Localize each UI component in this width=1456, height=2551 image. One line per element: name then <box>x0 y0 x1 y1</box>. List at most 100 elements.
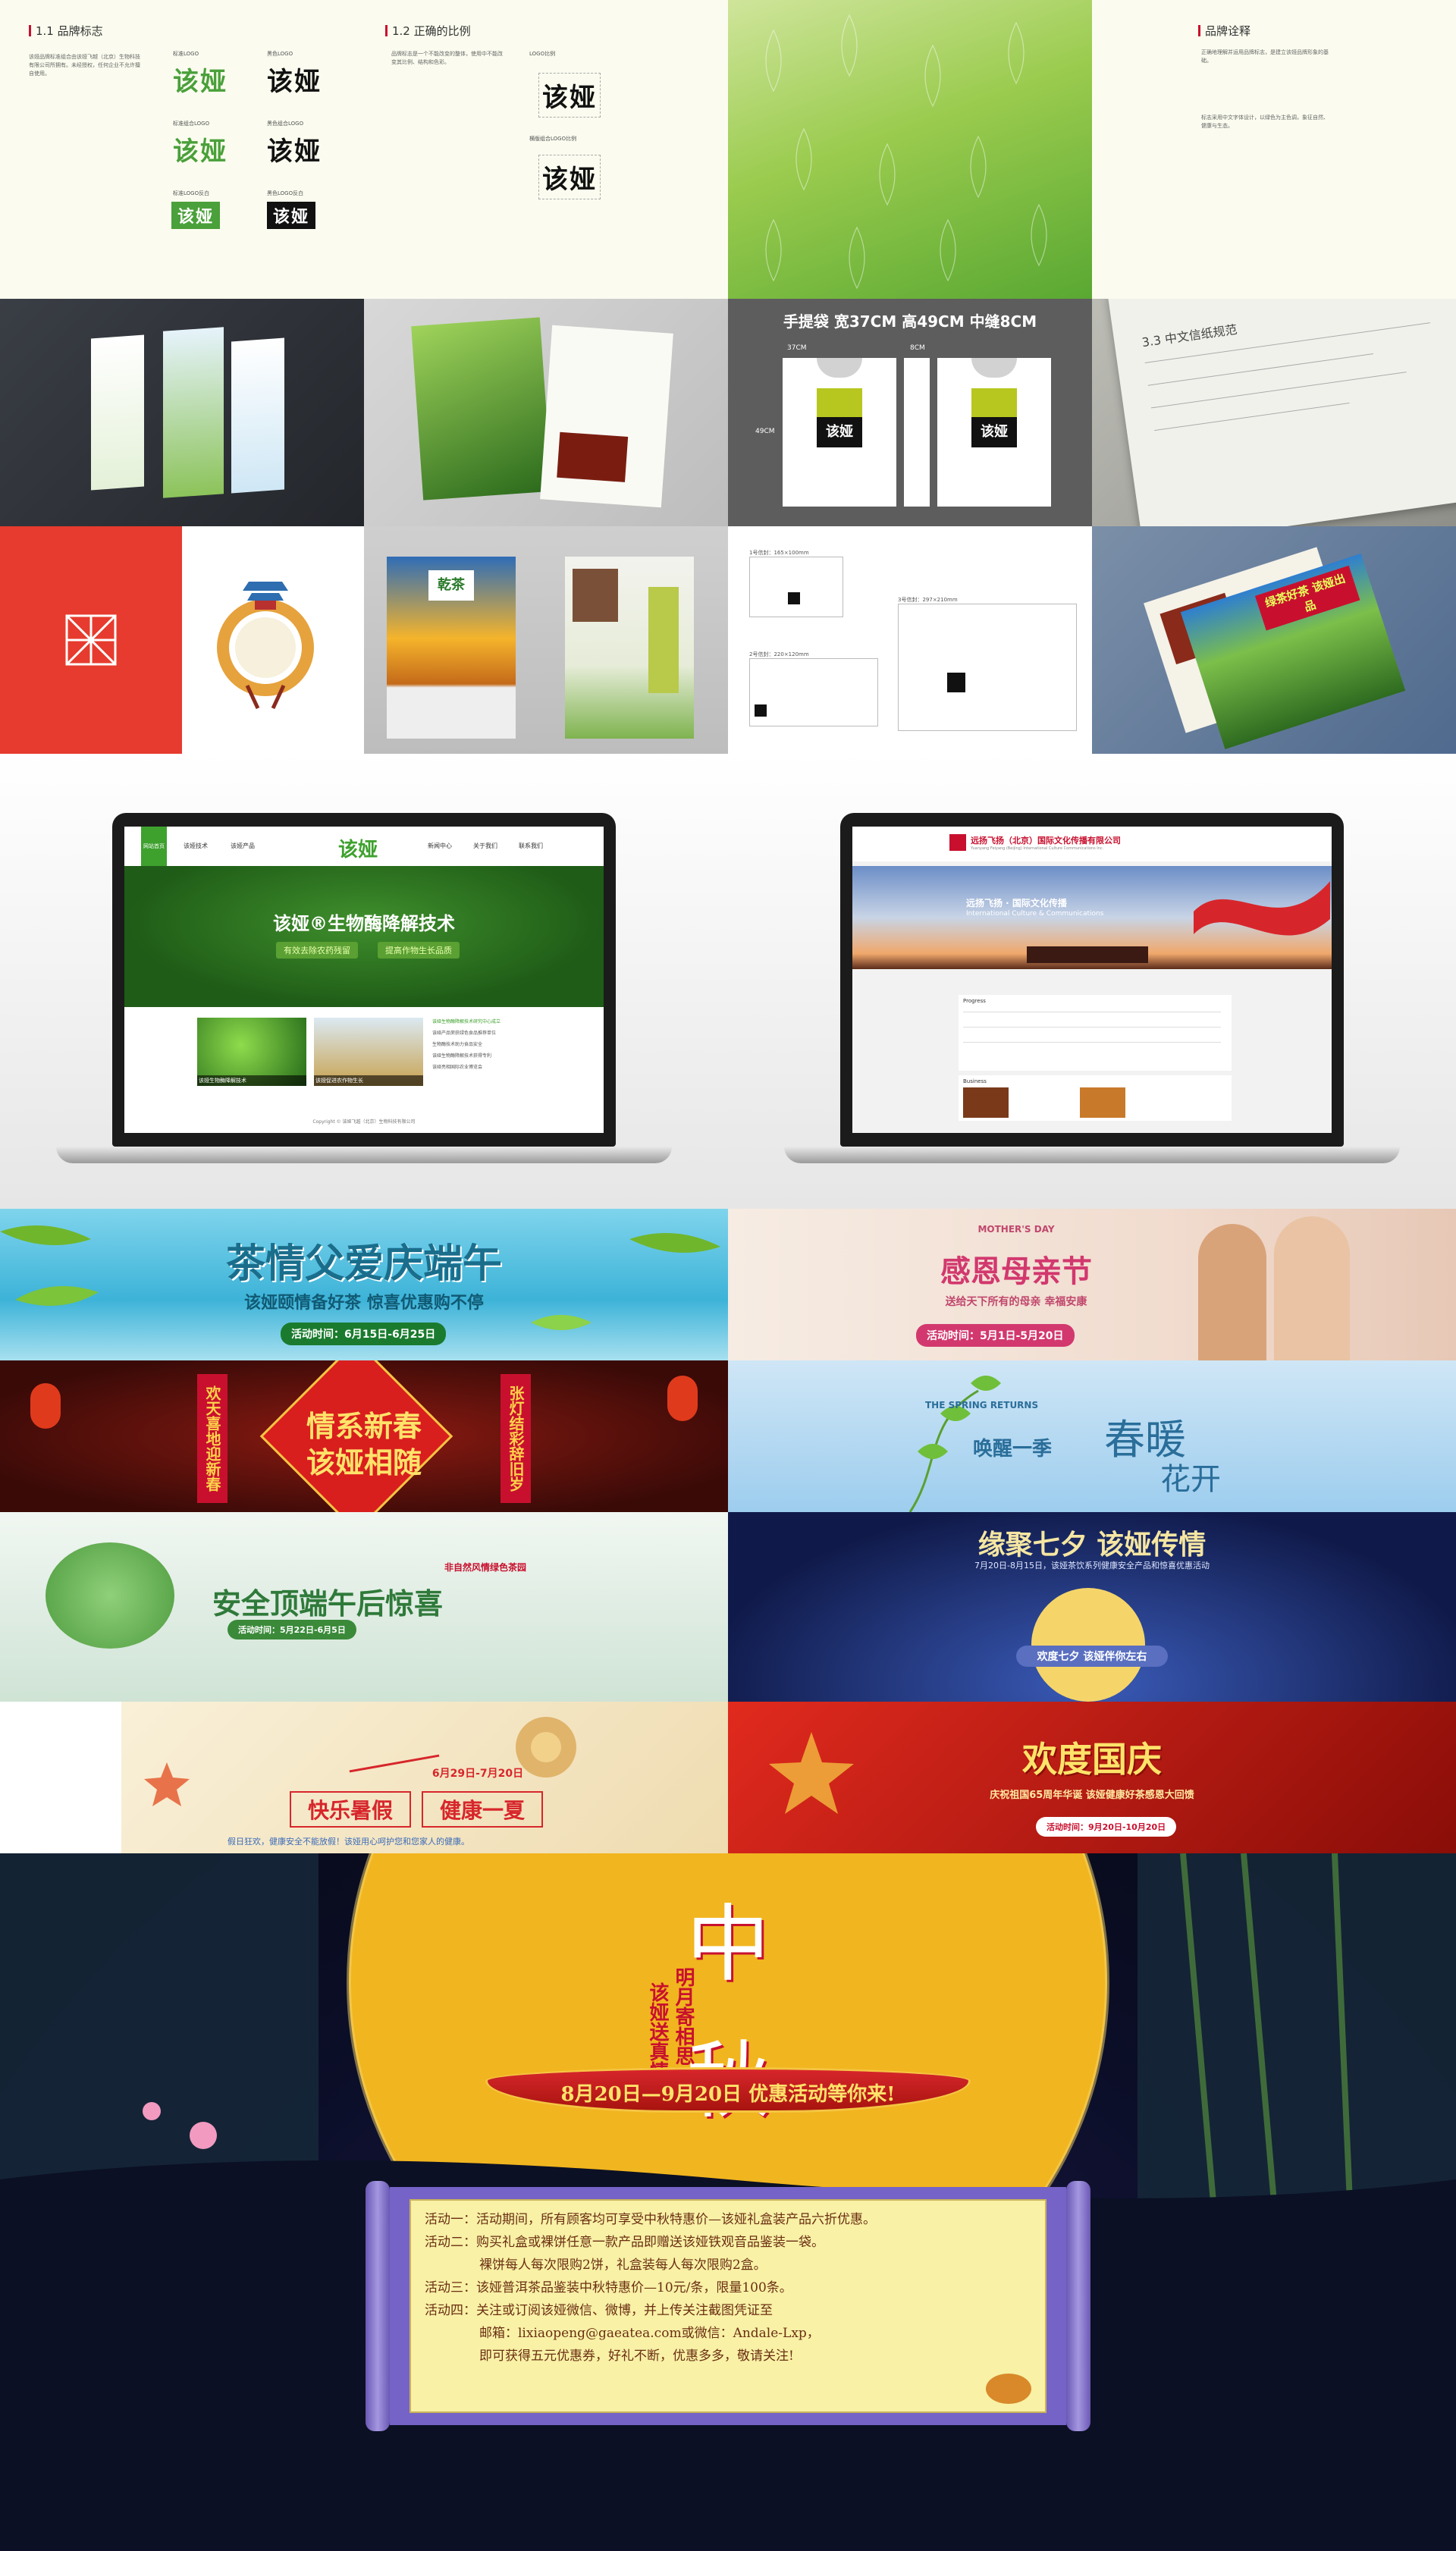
red-icon-card <box>0 526 182 754</box>
site1-footer: Copyright © 该娅飞越（北京）生物科技有限公司 <box>312 1119 416 1125</box>
site1-screen: 网站首页 该娅技术 该娅产品 该娅 新闻中心 关于我们 联系我们 该娅®生物酶降… <box>124 827 604 1133</box>
activity-list: 活动一：活动期间，所有顾客均可享受中秋特惠价—该娅礼盒装产品六折优惠。 活动二：… <box>410 2199 1046 2413</box>
brand-interpretation-panel: 品牌诠释 正确地理解并运用品牌标志，是建立该娅品牌形象的基础。 标志采用中文字体… <box>1092 0 1456 299</box>
moon-caption: 欢度七夕 该娅伴你左右 <box>1016 1646 1168 1667</box>
thumb-caption: 该娅促进农作物生长 <box>314 1075 423 1086</box>
ribbon: 8月20日—9月20日 优惠活动等你来! <box>485 2067 971 2113</box>
lattice-icon <box>65 614 117 666</box>
nav-item[interactable]: 网站首页 <box>141 827 167 866</box>
rollup-stand <box>231 337 284 494</box>
letterhead-mockup: 3.3 中文信纸规范 <box>1092 299 1456 526</box>
banner-mothers-day[interactable]: MOTHER'S DAY 感恩母亲节 送给天下所有的母亲 幸福安康 活动时间：5… <box>728 1209 1456 1360</box>
mid-autumn-poster: 中秋 该娅送真情 明月寄相思 8月20日—9月20日 优惠活动等你来! 活动一：… <box>0 1853 1456 2551</box>
laptop-2: 远扬飞扬（北京）国际文化传播有限公司 Yuanyang Feiyang (Bei… <box>840 813 1344 1147</box>
banner-title: 快乐暑假 <box>290 1791 411 1828</box>
ratio-label: 横版组合LOGO比例 <box>529 136 577 142</box>
banner-spring[interactable]: THE SPRING RETURNS 唤醒一季 春暖 花开 <box>728 1360 1456 1512</box>
envelope <box>749 658 878 726</box>
banner-en: THE SPRING RETURNS <box>925 1400 1039 1410</box>
hero-tag: 提高作物生长品质 <box>378 942 460 959</box>
ratio-logo: 该娅 <box>538 73 601 118</box>
poster: 乾茶 <box>387 557 516 739</box>
nav-item[interactable]: 联系我们 <box>519 842 543 850</box>
activity-item: 活动三：该娅普洱茶品鉴装中秋特惠价—10元/条，限量100条。 <box>425 2280 792 2295</box>
lantern-icon <box>30 1383 61 1429</box>
banner-date: 活动时间：5月1日-5月20日 <box>916 1324 1075 1347</box>
site1-thumb[interactable]: 该娅促进农作物生长 <box>314 1018 423 1086</box>
news-item[interactable]: 该娅生物酶降解技术研究中心成立 <box>432 1018 546 1024</box>
news-item[interactable]: 该娅产品荣获绿色食品推荐单位 <box>432 1029 546 1036</box>
nav-item[interactable]: 该娅技术 <box>184 842 208 850</box>
activity-item: 活动一：活动期间，所有顾客均可享受中秋特惠价—该娅礼盒装产品六折优惠。 <box>425 2212 876 2227</box>
news-item[interactable]: 该娅亮相国际农业博览会 <box>432 1063 546 1070</box>
activity-item: 活动四：关注或订阅该娅微信、微博，并上传关注截图凭证至 <box>425 2303 773 2318</box>
site1-nav: 网站首页 该娅技术 该娅产品 该娅 新闻中心 关于我们 联系我们 <box>124 827 604 866</box>
logo-variant-label: 黑色LOGO反白 <box>267 190 304 196</box>
site1-thumb[interactable]: 该娅生物酶降解技术 <box>197 1018 306 1086</box>
banner-spring-festival[interactable]: 欢天喜地迎新春 张灯结彩辞旧岁 情系新春 该娅相随 <box>0 1360 728 1512</box>
couplet-right: 张灯结彩辞旧岁 <box>500 1374 531 1503</box>
banner-dragon-boat[interactable]: 安全顶端午后惊喜 非自然风情绿色茶园 活动时间：5月22日-6月5日 <box>0 1512 728 1702</box>
ratio-section-text: 品牌标志是一个不能改变的整体，使用中不能改变其比例、结构和色彩。 <box>391 51 503 65</box>
booklet-mockup: 绿茶好茶 该娅出品 <box>1092 526 1456 754</box>
bag-spec: 手提袋 宽37CM 高49CM 中缝8CM <box>783 312 1037 331</box>
site2-hero-en: International Culture & Communications <box>966 910 1104 918</box>
banner-bottom: 假日狂欢，健康安全不能放假！该娅用心呵护您和您家人的健康。 <box>228 1837 469 1847</box>
banner-qixi[interactable]: 缘聚七夕 该娅传情 7月20日-8月15日，该娅茶饮系列健康安全产品和惊喜优惠活… <box>728 1512 1456 1702</box>
bag-dim: 49CM <box>755 428 775 435</box>
temple-graphic-card <box>182 526 364 754</box>
interpretation-text: 标志采用中文字体设计，以绿色为主色调，象征自然、健康与生态。 <box>1201 115 1329 129</box>
temple-ring-icon <box>217 582 314 710</box>
logo-variant: 该娅 <box>173 136 228 167</box>
nav-item[interactable]: 关于我们 <box>473 842 497 850</box>
banner-title-2: 花开 <box>1160 1462 1221 1497</box>
envelope <box>898 604 1077 731</box>
bag-gusset <box>904 358 930 507</box>
logo-section-text: 该娅品牌标准组合由该娅飞越（北京）生物科技有限公司所拥有。未经授权，任何企业不允… <box>29 54 140 77</box>
website-showcase: 网站首页 该娅技术 该娅产品 该娅 新闻中心 关于我们 联系我们 该娅®生物酶降… <box>0 754 1456 1209</box>
banner-national-day[interactable]: 欢度国庆 庆祝祖国65周年华诞 该娅健康好茶感恩大回馈 活动时间：9月20日-1… <box>728 1702 1456 1853</box>
envelope-label: 2号信封：220×120mm <box>749 651 809 657</box>
poem-left: 该娅送真情 <box>646 1982 669 2081</box>
site2-company-en: Yuanyang Feiyang (Beijing) International… <box>971 846 1104 851</box>
banner-small: 非自然风情绿色茶园 <box>444 1562 526 1573</box>
logo-variant: 该娅 <box>267 67 322 97</box>
news-item[interactable]: 该娅生物酶降解技术获得专利 <box>432 1052 546 1059</box>
laptop-base <box>784 1147 1400 1163</box>
site1-news: 该娅生物酶降解技术研究中心成立 该娅产品荣获绿色食品推荐单位 生物酶技术助力食品… <box>432 1018 546 1070</box>
banner-summer[interactable]: 6月29日-7月20日 快乐暑假 健康一夏 假日狂欢，健康安全不能放假！该娅用心… <box>0 1702 728 1853</box>
banner-title: 茶情父爱庆端午 <box>225 1241 502 1287</box>
brand-logo-panel: 1.1 品牌标志 该娅品牌标准组合由该娅飞越（北京）生物科技有限公司所拥有。未经… <box>0 0 364 299</box>
banner-fathers-day[interactable]: 茶情父爱庆端午 该娅颐情备好茶 惊喜优惠购不停 活动时间：6月15日-6月25日 <box>0 1209 728 1360</box>
banner-subtitle: 该娅颐情备好茶 惊喜优惠购不停 <box>244 1294 484 1313</box>
couplet-left: 欢天喜地迎新春 <box>197 1374 228 1503</box>
bag-dim: 37CM <box>787 344 807 352</box>
moon-graphic <box>1031 1588 1145 1702</box>
activity-item: 即可获得五元优惠券，好礼不断，优惠多多，敬请关注! <box>479 2349 794 2364</box>
nav-item[interactable]: 新闻中心 <box>428 842 452 850</box>
site1-logo[interactable]: 该娅 <box>338 834 378 862</box>
scroll-roller-right <box>1066 2181 1090 2431</box>
site2-business-box: Business <box>959 1075 1232 1121</box>
bag-front: 该娅 <box>783 358 896 507</box>
envelope-label: 1号信封：165×100mm <box>749 550 809 556</box>
envelope-label: 3号信封：297×210mm <box>898 597 958 603</box>
nav-item[interactable]: 该娅产品 <box>231 842 255 850</box>
section-title: Business <box>963 1078 987 1084</box>
site2-company: 远扬飞扬（北京）国际文化传播有限公司 <box>971 836 1121 846</box>
site2-logo[interactable] <box>949 834 966 851</box>
site2-progress-box: Progress <box>959 995 1232 1071</box>
activity-item: 裸饼每人每次限购2饼，礼盒装每人每次限购2盒。 <box>479 2258 767 2273</box>
site1-hero: 该娅®生物酶降解技术 有效去除农药残留 提高作物生长品质 <box>124 866 604 1007</box>
lantern-icon <box>667 1376 698 1421</box>
letterhead-title: 3.3 中文信纸规范 <box>1141 322 1238 350</box>
logo-variant: 该娅 <box>171 202 221 229</box>
bag-logo: 该娅 <box>817 417 862 447</box>
site2-header: 远扬飞扬（北京）国际文化传播有限公司 Yuanyang Feiyang (Bei… <box>852 827 1332 861</box>
news-item[interactable]: 生物酶技术助力食品安全 <box>432 1040 546 1047</box>
leaf-pattern-panel <box>728 0 1092 299</box>
poster-logo: 乾茶 <box>428 570 474 601</box>
envelope <box>749 557 843 617</box>
interpretation-text: 正确地理解并运用品牌标志，是建立该娅品牌形象的基础。 <box>1201 49 1329 64</box>
banner-title: 缘聚七夕 该娅传情 <box>977 1530 1207 1561</box>
